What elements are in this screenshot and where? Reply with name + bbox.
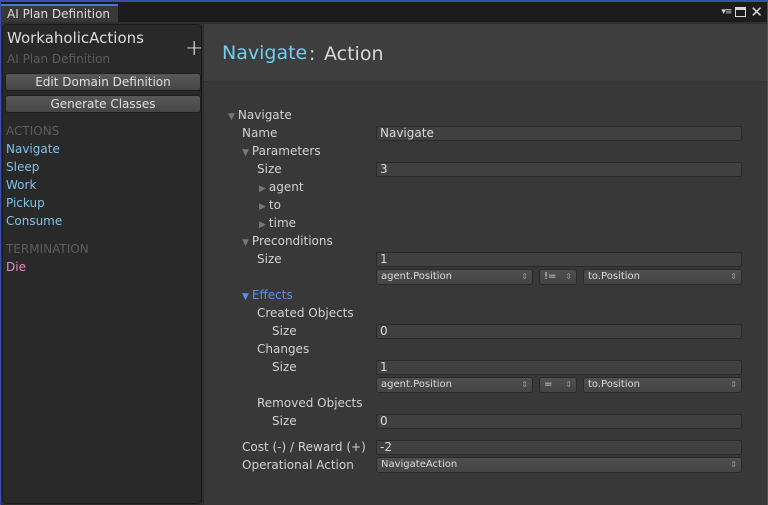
precondition-operator-dropdown[interactable]: != ⇕ — [539, 269, 577, 285]
sidebar-item-consume[interactable]: Consume — [6, 214, 62, 228]
updown-arrow-icon: ⇕ — [730, 380, 737, 389]
foldout-closed-icon — [259, 184, 266, 194]
foldout-open-icon — [242, 148, 249, 158]
change-operator-value: = — [544, 379, 553, 390]
foldout-navigate-label: Navigate — [237, 108, 292, 122]
name-input[interactable]: Navigate — [376, 126, 742, 141]
updown-arrow-icon: ⇕ — [565, 380, 572, 389]
dropdown-menu-icon[interactable]: ▾≡ — [721, 6, 732, 18]
foldout-parameters-label: Parameters — [251, 144, 321, 158]
main-panel: Navigate : Action Navigate Name Navigate… — [204, 24, 767, 505]
operational-action-dropdown[interactable]: NavigateAction ⇕ — [376, 457, 742, 473]
precondition-operator-value: != — [544, 271, 557, 282]
parameter-to-label: to — [268, 198, 281, 212]
sidebar-item-navigate[interactable]: Navigate — [6, 142, 60, 156]
foldout-effects[interactable]: Effects — [242, 288, 293, 302]
foldout-closed-icon — [259, 220, 266, 230]
parameter-agent-label: agent — [268, 180, 304, 194]
changes-size-label: Size — [272, 360, 297, 374]
editor-window: AI Plan Definition ▾≡ ✕ WorkaholicAction… — [0, 0, 768, 505]
precondition-left-dropdown[interactable]: agent.Position ⇕ — [376, 269, 533, 285]
created-size-label: Size — [272, 324, 297, 338]
page-header: Navigate : Action — [204, 24, 767, 82]
parameter-agent[interactable]: agent — [259, 180, 304, 194]
domain-subtitle: AI Plan Definition — [7, 52, 111, 66]
parameter-time[interactable]: time — [259, 216, 296, 230]
precondition-right-dropdown[interactable]: to.Position ⇕ — [583, 269, 742, 285]
action-name-title: Navigate — [222, 42, 308, 64]
name-label: Name — [242, 126, 278, 140]
sidebar: WorkaholicActions AI Plan Definition + E… — [2, 24, 203, 504]
change-left-dropdown[interactable]: agent.Position ⇕ — [376, 377, 533, 393]
section-termination-title: TERMINATION — [6, 242, 89, 256]
changes-label: Changes — [257, 342, 310, 356]
created-size-input[interactable]: 0 — [376, 324, 742, 339]
preconditions-size-input[interactable]: 1 — [376, 252, 742, 267]
operational-action-value: NavigateAction — [381, 459, 458, 470]
sidebar-item-sleep[interactable]: Sleep — [6, 160, 39, 174]
parameters-size-input[interactable]: 3 — [376, 162, 742, 177]
title-separator: : — [309, 43, 316, 65]
updown-arrow-icon: ⇕ — [565, 272, 572, 281]
plus-icon[interactable]: + — [185, 38, 203, 60]
preconditions-size-label: Size — [257, 252, 282, 266]
updown-arrow-icon: ⇕ — [521, 272, 528, 281]
changes-size-input[interactable]: 1 — [376, 360, 742, 375]
removed-objects-label: Removed Objects — [257, 396, 363, 410]
foldout-closed-icon — [259, 202, 266, 212]
foldout-open-icon — [242, 238, 249, 248]
sidebar-item-pickup[interactable]: Pickup — [6, 196, 45, 210]
section-actions-title: ACTIONS — [6, 124, 60, 138]
domain-title: WorkaholicActions — [7, 29, 144, 47]
updown-arrow-icon: ⇕ — [730, 272, 737, 281]
precondition-right-value: to.Position — [588, 271, 640, 282]
tab-bar: AI Plan Definition ▾≡ ✕ — [1, 2, 767, 22]
foldout-navigate[interactable]: Navigate — [228, 108, 292, 122]
foldout-parameters[interactable]: Parameters — [242, 144, 321, 158]
foldout-preconditions-label: Preconditions — [251, 234, 333, 248]
close-icon[interactable]: ✕ — [750, 5, 763, 20]
change-operator-dropdown[interactable]: = ⇕ — [539, 377, 577, 393]
foldout-open-icon — [228, 112, 235, 122]
sidebar-item-die[interactable]: Die — [6, 260, 26, 274]
change-right-value: to.Position — [588, 379, 640, 390]
operational-action-label: Operational Action — [242, 458, 354, 472]
parameter-time-label: time — [268, 216, 297, 230]
parameters-size-label: Size — [257, 162, 282, 176]
window-body: WorkaholicActions AI Plan Definition + E… — [1, 22, 767, 505]
tab-ai-plan-definition[interactable]: AI Plan Definition — [1, 4, 118, 22]
cost-reward-label: Cost (-) / Reward (+) — [242, 440, 366, 454]
removed-size-input[interactable]: 0 — [376, 414, 742, 429]
window-controls: ▾≡ ✕ — [721, 5, 763, 20]
maximize-icon[interactable] — [735, 7, 747, 17]
cost-reward-input[interactable]: -2 — [376, 440, 742, 455]
action-type-title: Action — [324, 43, 384, 65]
foldout-preconditions[interactable]: Preconditions — [242, 234, 333, 248]
updown-arrow-icon: ⇕ — [521, 380, 528, 389]
precondition-left-value: agent.Position — [381, 271, 453, 282]
foldout-open-icon — [242, 292, 249, 302]
change-left-value: agent.Position — [381, 379, 453, 390]
removed-size-label: Size — [272, 414, 297, 428]
updown-arrow-icon: ⇕ — [730, 460, 737, 469]
change-right-dropdown[interactable]: to.Position ⇕ — [583, 377, 742, 393]
edit-domain-definition-button[interactable]: Edit Domain Definition — [5, 73, 201, 91]
created-objects-label: Created Objects — [257, 306, 354, 320]
foldout-effects-label: Effects — [251, 288, 293, 302]
generate-classes-button[interactable]: Generate Classes — [5, 95, 201, 113]
sidebar-item-work[interactable]: Work — [6, 178, 36, 192]
parameter-to[interactable]: to — [259, 198, 281, 212]
